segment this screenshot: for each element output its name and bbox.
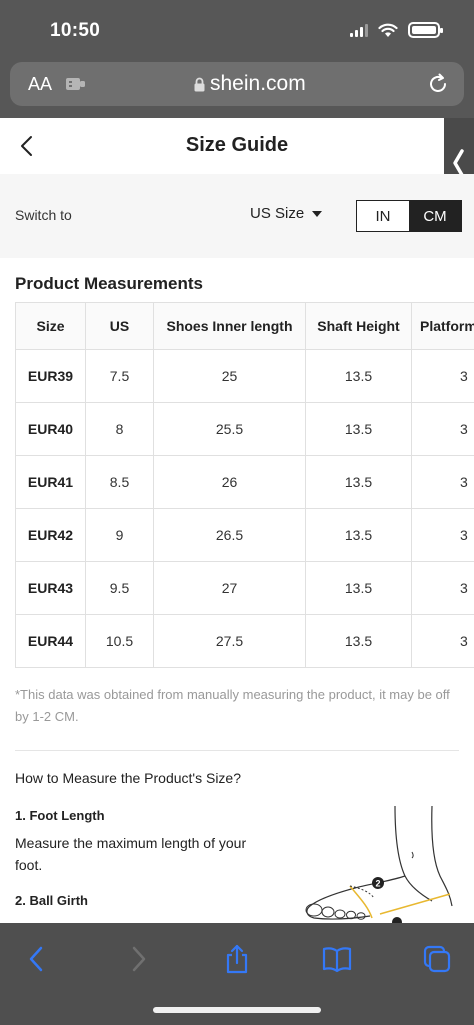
reader-options-button[interactable]: AA [28, 74, 52, 95]
extension-icon[interactable] [66, 77, 86, 91]
table-cell: EUR41 [15, 455, 86, 509]
table-cell: 27.5 [153, 614, 306, 668]
battery-icon [408, 22, 443, 38]
table-cell: 8.5 [85, 455, 154, 509]
table-cell: EUR44 [15, 614, 86, 668]
how-to-measure-title: How to Measure the Product's Size? [15, 770, 242, 786]
step-foot-length-title: 1. Foot Length [15, 808, 105, 823]
divider [15, 750, 459, 751]
switch-to-label: Switch to [15, 207, 72, 223]
bookmarks-icon[interactable] [321, 943, 353, 975]
table-cell: EUR43 [15, 561, 86, 615]
table-cell: 3 [411, 561, 474, 615]
unit-in-button[interactable]: IN [357, 201, 409, 231]
url-display[interactable]: shein.com [194, 72, 306, 96]
table-cell: 13.5 [305, 402, 412, 456]
table-cell: 13.5 [305, 614, 412, 668]
status-icons [350, 22, 443, 38]
table-row: EUR43 9.5 27 13.5 3 [15, 561, 474, 615]
table-cell: 27 [153, 561, 306, 615]
unit-switch-row: Switch to US Size IN CM [0, 174, 474, 258]
browser-bottom-toolbar [0, 923, 474, 1025]
page-title: Size Guide [185, 134, 289, 156]
table-row: EUR44 10.5 27.5 13.5 3 [15, 614, 474, 668]
table-row: EUR41 8.5 26 13.5 3 [15, 455, 474, 509]
step-foot-length-text: Measure the maximum length of your foot. [15, 835, 247, 873]
size-system-dropdown[interactable]: US Size [250, 205, 323, 222]
table-cell: 26 [153, 455, 306, 509]
table-cell: 9.5 [85, 561, 154, 615]
lock-icon [194, 77, 205, 91]
status-time: 10:50 [50, 20, 101, 41]
table-cell: 3 [411, 349, 474, 403]
table-cell: EUR39 [15, 349, 86, 403]
table-cell: 26.5 [153, 508, 306, 562]
table-cell: 8 [85, 402, 154, 456]
table-cell: 13.5 [305, 508, 412, 562]
header-cell: Shaft Height [305, 302, 412, 350]
table-cell: 10.5 [85, 614, 154, 668]
table-cell: 9 [85, 508, 154, 562]
address-bar[interactable]: AA shein.com [10, 62, 464, 106]
size-system-label: US Size [250, 205, 305, 222]
header-cell: Platform [411, 302, 474, 350]
forward-icon[interactable] [122, 943, 154, 975]
table-cell: 3 [411, 455, 474, 509]
table-cell: 3 [411, 614, 474, 668]
table-row: EUR39 7.5 25 13.5 3 [15, 349, 474, 403]
header-cell: Shoes Inner length [153, 302, 306, 350]
table-cell: 3 [411, 402, 474, 456]
url-text: shein.com [210, 72, 306, 95]
section-title: Product Measurements [15, 274, 203, 293]
share-icon[interactable] [221, 943, 253, 975]
tabs-icon[interactable] [421, 943, 453, 975]
back-icon[interactable] [22, 943, 54, 975]
table-cell: 25 [153, 349, 306, 403]
table-cell: 13.5 [305, 349, 412, 403]
table-row: EUR40 8 25.5 13.5 3 [15, 402, 474, 456]
cellular-signal-icon [350, 23, 368, 37]
foot-measure-illustration: 2 [305, 806, 453, 923]
caret-down-icon [312, 210, 323, 217]
table-cell: 3 [411, 508, 474, 562]
table-cell: 7.5 [85, 349, 154, 403]
measurements-table: Size US Shoes Inner length Shaft Height … [15, 302, 474, 668]
browser-top-chrome: 10:50 AA shein.com [0, 0, 474, 118]
wifi-icon [378, 23, 398, 37]
header-cell: US [85, 302, 154, 350]
step-ball-girth-title: 2. Ball Girth [15, 893, 88, 908]
measurements-table-container[interactable]: Size US Shoes Inner length Shaft Height … [15, 302, 474, 668]
unit-toggle: IN CM [356, 200, 462, 232]
header-cell: Size [15, 302, 86, 350]
table-cell: 13.5 [305, 561, 412, 615]
web-page: Size Guide Switch to US Size IN CM Produ… [0, 118, 474, 923]
table-header-row: Size US Shoes Inner length Shaft Height … [15, 302, 474, 350]
reload-icon[interactable] [426, 72, 450, 96]
home-indicator [153, 1007, 321, 1013]
illustration-badge: 2 [375, 879, 380, 889]
table-cell: 25.5 [153, 402, 306, 456]
measurement-note: *This data was obtained from manually me… [15, 687, 450, 724]
table-row: EUR42 9 26.5 13.5 3 [15, 508, 474, 562]
table-cell: EUR42 [15, 508, 86, 562]
unit-cm-button[interactable]: CM [409, 201, 461, 231]
table-cell: EUR40 [15, 402, 86, 456]
table-cell: 13.5 [305, 455, 412, 509]
page-header: Size Guide [0, 118, 474, 224]
